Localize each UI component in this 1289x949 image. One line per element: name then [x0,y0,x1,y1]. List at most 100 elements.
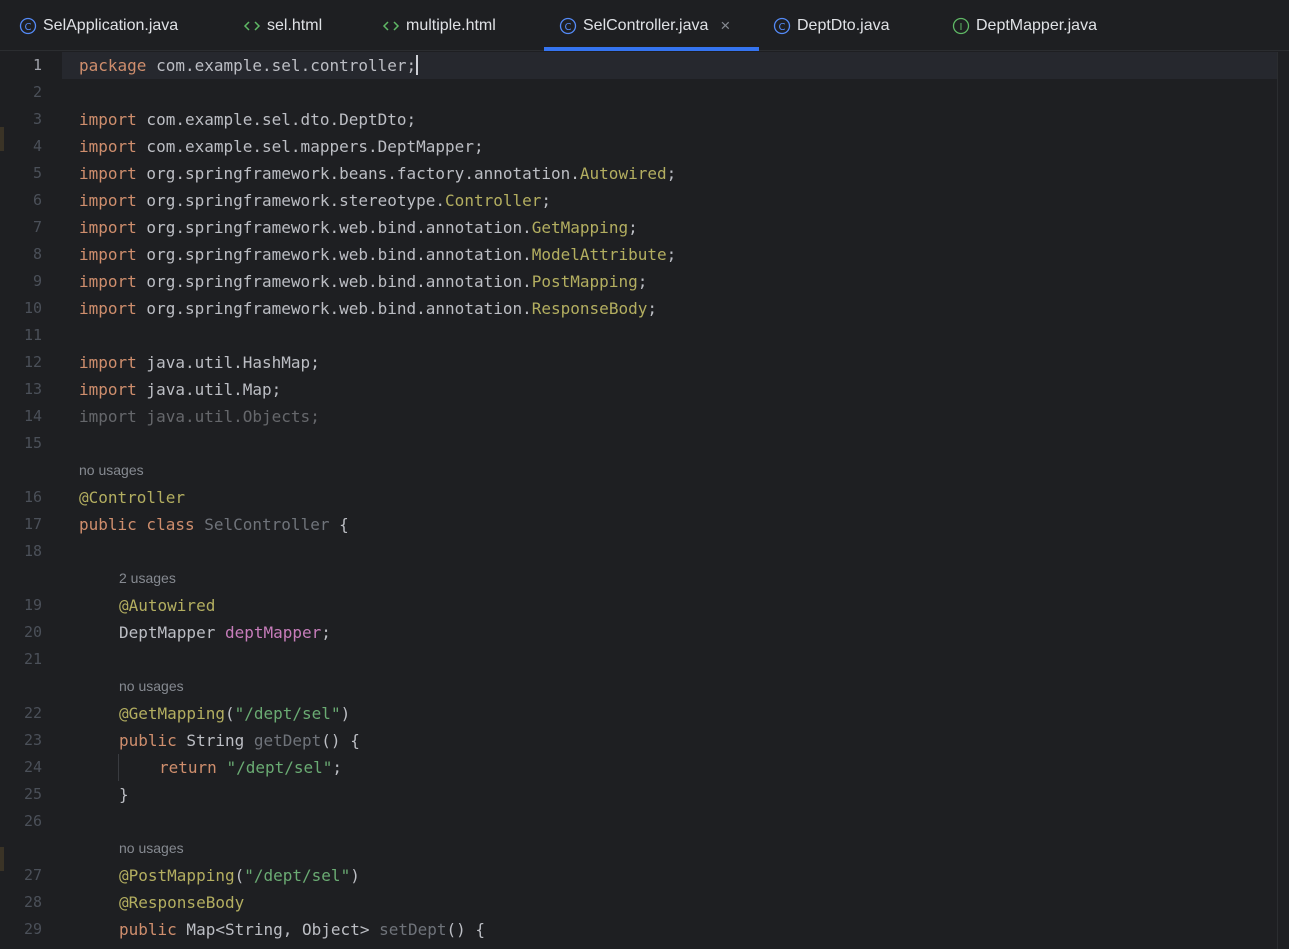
code-line[interactable]: 22 @GetMapping("/dept/sel") [0,700,1277,727]
code-token: import [79,272,137,291]
code-token: setDept [379,920,447,939]
tab-label: SelApplication.java [43,16,179,34]
code-token: com.example.sel.controller; [146,56,417,75]
code-text: import java.util.HashMap; [79,349,320,376]
code-token: String [176,731,254,750]
line-number: 11 [23,326,42,344]
code-token: public [119,731,177,750]
code-line[interactable]: 5 import org.springframework.beans.factor… [0,160,1277,187]
tab-sel-application[interactable]: C SelApplication.java [19,0,178,51]
code-text: import com.example.sel.mappers.DeptMappe… [79,133,484,160]
code-token: deptMapper [224,623,322,642]
tab-dept-dto[interactable]: C DeptDto.java [773,0,890,51]
code-line[interactable]: 4 import com.example.sel.mappers.DeptMapp… [0,133,1277,160]
usages-hint[interactable]: no usages [119,835,184,862]
code-text: @ResponseBody [119,889,244,916]
usages-hint[interactable]: 2 usages [119,565,176,592]
usages-hint[interactable]: no usages [119,673,184,700]
line-number: 23 [23,731,42,749]
code-line[interactable]: 15 [0,430,1277,457]
code-token: } [119,785,129,804]
svg-text:C: C [25,22,32,33]
svg-text:C: C [779,22,786,33]
code-line[interactable]: 2 [0,79,1277,106]
code-line[interactable]: 9 import org.springframework.web.bind.ann… [0,268,1277,295]
code-text: import org.springframework.web.bind.anno… [79,295,657,322]
code-editor[interactable]: 1 package com.example.sel.controller; 2 3 im… [0,52,1289,949]
code-text: @GetMapping("/dept/sel") [119,700,350,727]
code-line[interactable]: 7 import org.springframework.web.bind.ann… [0,214,1277,241]
code-line[interactable]: 18 [0,538,1277,565]
code-line[interactable]: 26 [0,808,1277,835]
tab-sel-controller[interactable]: C SelController.java × [544,0,759,51]
tab-label: multiple.html [406,16,496,34]
code-token: import [79,164,137,183]
svg-text:I: I [960,22,963,33]
code-line[interactable]: 13 import java.util.Map; [0,376,1277,403]
code-line[interactable]: 29 public Map<String, Object> setDept() { [0,916,1277,943]
code-token: @ResponseBody [119,893,245,912]
tab-sel-html[interactable]: sel.html [243,0,322,51]
editor-tab-bar: C SelApplication.java sel.html multiple.… [0,0,1289,51]
usages-hint[interactable]: no usages [79,457,144,484]
close-icon[interactable]: × [720,17,730,34]
code-line[interactable]: 11 [0,322,1277,349]
code-line[interactable]: 12 import java.util.HashMap; [0,349,1277,376]
interface-icon: I [952,17,970,35]
code-token: org.springframework.web.bind.annotation. [136,272,532,291]
code-line[interactable]: 16 @Controller [0,484,1277,511]
code-token: Autowired [579,164,667,183]
code-text: @Autowired [119,592,215,619]
code-line[interactable]: 27 @PostMapping("/dept/sel") [0,862,1277,889]
code-line[interactable]: 20 DeptMapper deptMapper; [0,619,1277,646]
line-number: 1 [32,56,42,74]
code-token: return [159,758,217,777]
code-token: ResponseBody [531,299,648,318]
error-stripe[interactable] [1277,52,1289,949]
code-text: import org.springframework.beans.factory… [79,160,676,187]
code-token: java.util.Map; [136,380,282,399]
tab-multiple-html[interactable]: multiple.html [382,0,496,51]
code-text: import java.util.Map; [79,376,281,403]
code-line[interactable]: 28 @ResponseBody [0,889,1277,916]
code-line[interactable]: 23 public String getDept() { [0,727,1277,754]
code-text: return "/dept/sel"; [159,754,342,781]
code-text: import java.util.Objects; [79,403,320,430]
code-line[interactable]: 24 return "/dept/sel"; [0,754,1277,781]
code-token: public [119,920,177,939]
line-number: 27 [23,866,42,884]
code-line[interactable]: 17 public class SelController { [0,511,1277,538]
code-token: org.springframework.beans.factory.annota… [136,164,580,183]
code-text: package com.example.sel.controller; [79,52,419,79]
code-token: ; [666,164,677,183]
code-line[interactable]: 21 [0,646,1277,673]
code-token: package [79,56,147,75]
code-text: import org.springframework.web.bind.anno… [79,214,638,241]
code-line[interactable]: 8 import org.springframework.web.bind.ann… [0,241,1277,268]
code-text: @PostMapping("/dept/sel") [119,862,360,889]
code-line[interactable]: 25} [0,781,1277,808]
code-line[interactable]: 6 import org.springframework.stereotype.C… [0,187,1277,214]
code-token: ( [224,704,235,723]
code-line[interactable]: 3 import com.example.sel.dto.DeptDto; [0,106,1277,133]
line-number: 21 [23,650,42,668]
code-token: ; [541,191,552,210]
code-line[interactable]: 19 @Autowired [0,592,1277,619]
class-icon: C [19,17,37,35]
html-icon [382,17,400,35]
code-line[interactable]: 10 import org.springframework.web.bind.an… [0,295,1277,322]
code-token: { [329,515,349,534]
code-line[interactable]: 14 import java.util.Objects; [0,403,1277,430]
line-number: 17 [23,515,42,533]
tab-dept-mapper[interactable]: I DeptMapper.java [952,0,1097,51]
code-token: ; [332,758,343,777]
line-number: 24 [23,758,42,776]
line-number: 20 [23,623,42,641]
line-number: 18 [23,542,42,560]
code-line[interactable]: 1 package com.example.sel.controller; [0,52,1277,79]
svg-text:C: C [565,22,572,33]
code-token: DeptMapper [119,623,225,642]
code-text: public class SelController { [79,511,349,538]
